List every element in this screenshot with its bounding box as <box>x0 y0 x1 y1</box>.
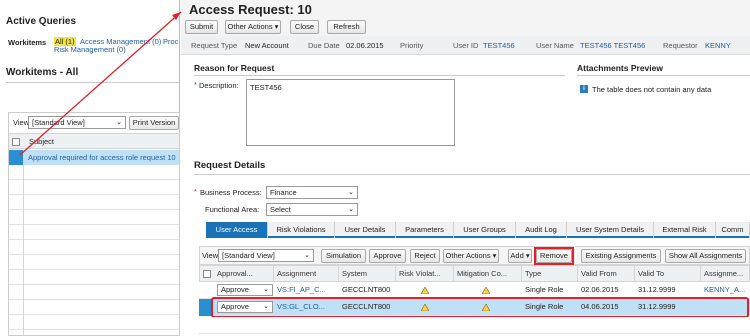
annotation-arrow <box>19 11 182 156</box>
